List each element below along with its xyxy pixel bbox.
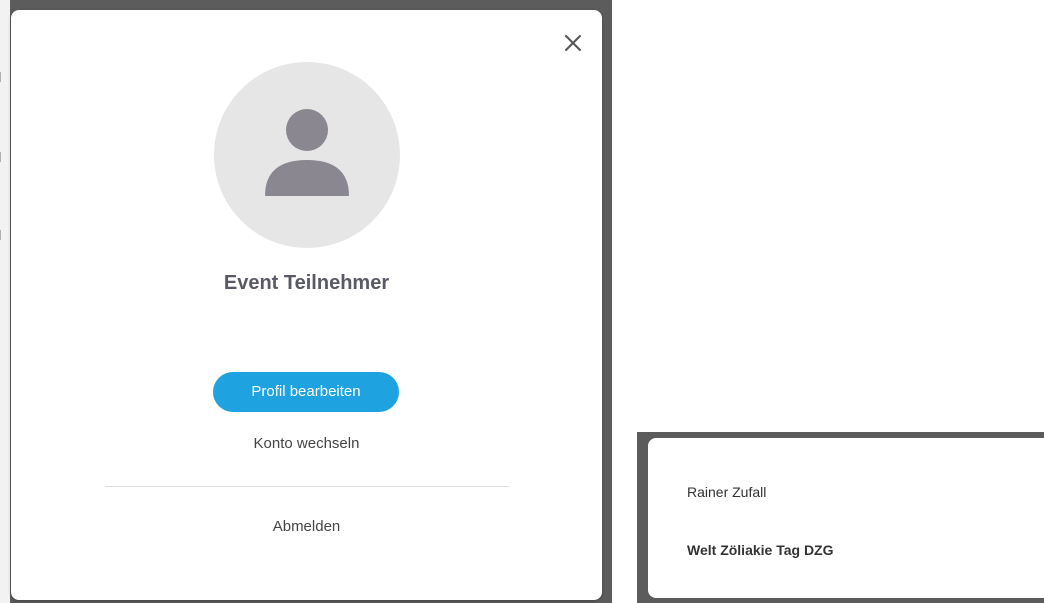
- account-dropdown: Rainer Zufall Welt Zöliakie Tag DZG: [648, 438, 1044, 598]
- background-page-edge: [0, 0, 10, 603]
- avatar: [214, 62, 400, 248]
- close-button[interactable]: [562, 32, 584, 54]
- background-fragment: [0, 72, 9, 82]
- logout-link[interactable]: Abmelden: [11, 518, 602, 535]
- account-option-welt-zoeliakie-tag[interactable]: Welt Zöliakie Tag DZG: [687, 542, 834, 558]
- profile-display-name: Event Teilnehmer: [223, 272, 390, 294]
- screen: Event Teilnehmer Profil bearbeiten Konto…: [0, 0, 1044, 603]
- switch-account-link[interactable]: Konto wechseln: [11, 435, 602, 452]
- edit-profile-button[interactable]: Profil bearbeiten: [213, 372, 399, 412]
- background-fragment: [0, 230, 9, 240]
- user-placeholder-icon: [265, 109, 349, 196]
- account-option-rainer-zufall[interactable]: Rainer Zufall: [687, 484, 766, 500]
- close-icon: [565, 35, 581, 51]
- divider: [105, 486, 509, 487]
- background-fragment: [0, 152, 9, 162]
- profile-modal: Event Teilnehmer Profil bearbeiten Konto…: [11, 10, 602, 600]
